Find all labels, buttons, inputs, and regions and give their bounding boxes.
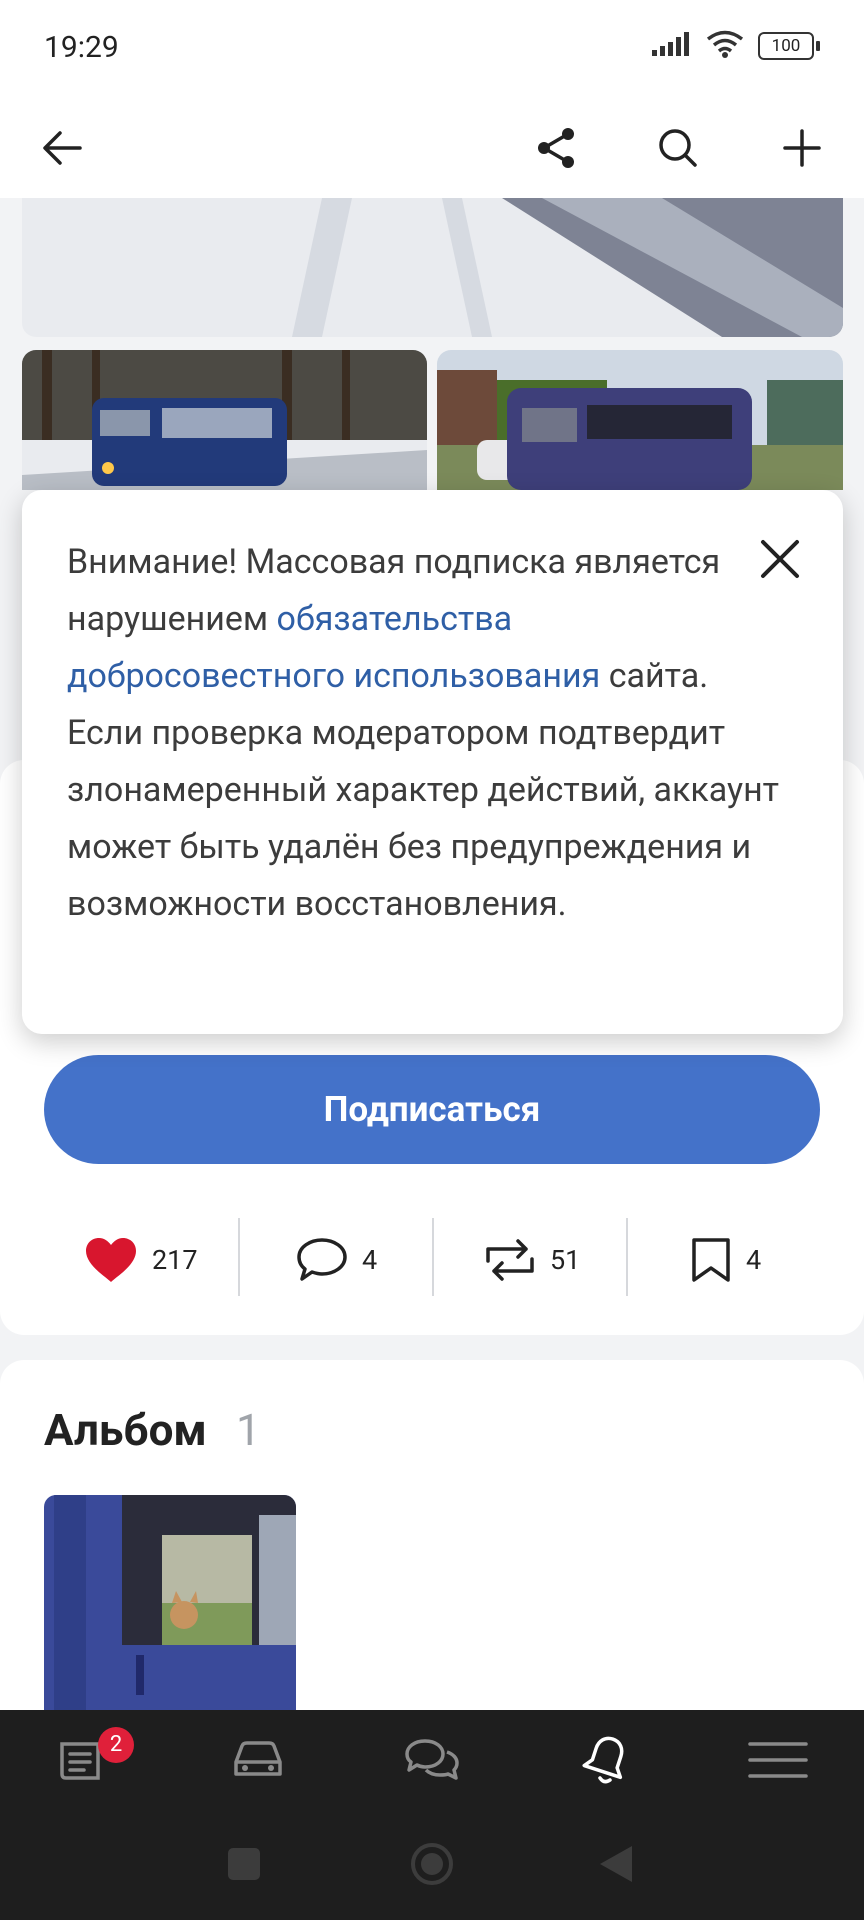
bookmarks-count: 4 [746, 1244, 762, 1276]
feed-badge: 2 [98, 1727, 134, 1763]
status-bar: 19:29 100 [0, 0, 864, 98]
home-icon[interactable] [410, 1842, 454, 1886]
reposts-count: 51 [550, 1244, 581, 1276]
warning-text: Внимание! Массовая подписка является нар… [67, 534, 787, 933]
system-navigation-bar [0, 1810, 864, 1920]
bottom-navigation: 2 [0, 1710, 864, 1810]
battery-indicator: 100 [758, 32, 820, 60]
album-section: Альбом 1 [0, 1360, 864, 1720]
photo-van-village[interactable] [437, 350, 843, 490]
album-photo[interactable] [44, 1495, 296, 1720]
close-icon[interactable] [755, 534, 805, 584]
subscribe-button[interactable]: Подписаться [44, 1055, 820, 1164]
repost-button[interactable]: 51 [484, 1215, 580, 1305]
bell-icon [582, 1736, 624, 1784]
photo-van-forest[interactable] [22, 350, 427, 490]
comment-icon [297, 1238, 347, 1281]
share-icon[interactable] [526, 118, 586, 178]
nav-cars[interactable] [228, 1730, 288, 1790]
plus-icon[interactable] [772, 118, 832, 178]
nav-menu[interactable] [748, 1730, 808, 1790]
back-nav-icon[interactable] [598, 1844, 634, 1884]
chat-icon [405, 1739, 459, 1780]
back-arrow-icon[interactable] [32, 118, 92, 178]
wifi-icon [706, 30, 744, 62]
status-icons: 100 [652, 30, 820, 62]
nav-chats[interactable] [402, 1730, 462, 1790]
menu-icon [748, 1742, 808, 1778]
top-toolbar [0, 98, 864, 198]
photo-snowy-road[interactable] [22, 198, 843, 337]
heart-icon [86, 1238, 136, 1282]
warning-popup: Внимание! Массовая подписка является нар… [22, 490, 843, 1034]
album-title: Альбом [44, 1404, 207, 1456]
signal-icon [652, 32, 692, 60]
stats-divider [432, 1218, 434, 1296]
nav-notifications[interactable] [576, 1730, 636, 1790]
search-icon[interactable] [648, 118, 708, 178]
bookmark-icon [692, 1238, 730, 1282]
bookmark-button[interactable]: 4 [690, 1215, 761, 1305]
car-icon [234, 1741, 282, 1776]
warning-text-part: сайта. Если проверка модератором подтвер… [67, 656, 780, 924]
stats-row: 217 4 51 4 [0, 1215, 864, 1305]
repost-icon [486, 1239, 534, 1281]
likes-count: 217 [152, 1244, 198, 1276]
like-button[interactable]: 217 [84, 1215, 198, 1305]
stats-divider [626, 1218, 628, 1296]
status-time: 19:29 [44, 30, 119, 65]
album-count: 1 [236, 1404, 261, 1456]
comment-button[interactable]: 4 [296, 1215, 377, 1305]
stats-divider [238, 1218, 240, 1296]
comments-count: 4 [362, 1244, 378, 1276]
recent-apps-icon[interactable] [228, 1848, 260, 1880]
